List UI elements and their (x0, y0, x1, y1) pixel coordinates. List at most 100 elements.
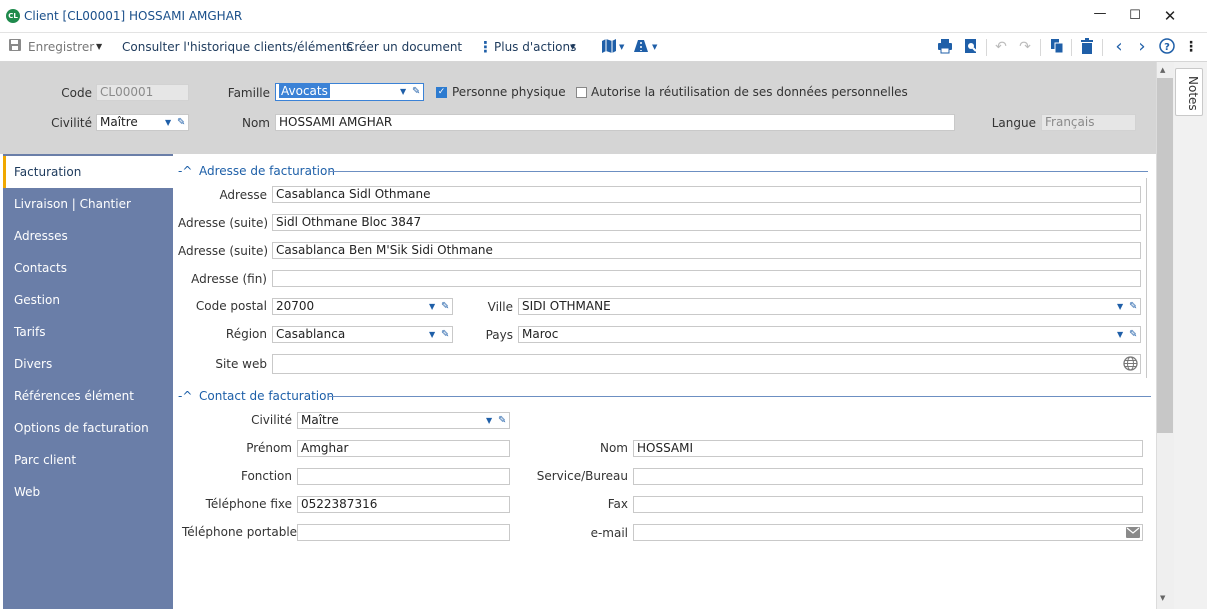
nav-item-options-facturation[interactable]: Options de facturation (3, 412, 173, 444)
pays-label: Pays (485, 328, 513, 342)
site-web-label: Site web (215, 357, 267, 371)
notes-label: Notes (1186, 76, 1200, 111)
maximize-icon[interactable]: ☐ (1125, 6, 1145, 26)
billing-contact-collapse-icon[interactable]: -^ (178, 389, 192, 403)
famille-select[interactable]: Avocats ▼ ✎ (275, 83, 424, 101)
map-icon[interactable] (600, 38, 618, 56)
tel-fixe-field[interactable]: 0522387316 (297, 496, 510, 513)
code-postal-select[interactable]: 20700 ▼ ✎ (272, 298, 453, 315)
menu-icon[interactable]: ⋮ (1182, 38, 1200, 56)
tel-portable-field[interactable] (297, 524, 510, 541)
adresse-field[interactable]: Casablanca Sidl Othmane (272, 186, 1141, 203)
help-icon[interactable]: ? (1158, 38, 1176, 56)
pays-value: Maroc (522, 327, 559, 341)
preview-icon[interactable] (962, 38, 980, 56)
nav-item-web[interactable]: Web (3, 476, 173, 508)
edit-icon[interactable]: ✎ (498, 413, 506, 428)
chevron-down-icon[interactable]: ▼ (1117, 299, 1123, 314)
fax-label: Fax (607, 497, 628, 511)
previous-icon[interactable]: ‹ (1110, 38, 1128, 56)
adresse-fin-field[interactable] (272, 270, 1141, 287)
nav-item-references[interactable]: Références élément (3, 380, 173, 412)
minimize-icon[interactable]: — (1090, 4, 1110, 24)
pays-select[interactable]: Maroc ▼ ✎ (518, 326, 1141, 343)
toolbar-separator (1102, 39, 1103, 56)
edit-icon[interactable]: ✎ (441, 327, 449, 342)
edit-icon[interactable]: ✎ (1129, 299, 1137, 314)
more-actions-dropdown-icon: ▼ (570, 43, 576, 51)
nom-field[interactable]: HOSSAMI AMGHAR (275, 114, 955, 131)
scroll-down-icon[interactable]: ▼ (1160, 594, 1165, 602)
langue-label: Langue (991, 116, 1036, 130)
prenom-label: Prénom (246, 441, 292, 455)
email-field[interactable] (633, 524, 1143, 541)
chevron-down-icon[interactable]: ▼ (486, 413, 492, 428)
section-nav: Facturation Livraison | Chantier Adresse… (3, 154, 173, 609)
print-icon[interactable] (936, 38, 954, 56)
personne-physique-checkbox[interactable]: ✓ (436, 87, 447, 98)
reutilisation-checkbox[interactable] (576, 87, 587, 98)
fonction-field[interactable] (297, 468, 510, 485)
nav-item-adresses[interactable]: Adresses (3, 220, 173, 252)
region-label: Région (225, 327, 267, 341)
save-button[interactable]: Enregistrer (28, 33, 94, 61)
route-icon[interactable] (632, 38, 650, 56)
close-icon[interactable]: ✕ (1160, 6, 1180, 26)
tel-fixe-label: Téléphone fixe (205, 497, 292, 511)
contact-nom-field[interactable]: HOSSAMI (633, 440, 1143, 457)
adresse-suite2-field[interactable]: Casablanca Ben M'Sik Sidi Othmane (272, 242, 1141, 259)
code-postal-label: Code postal (195, 299, 267, 313)
billing-address-collapse-icon[interactable]: -^ (178, 164, 192, 178)
prenom-field[interactable]: Amghar (297, 440, 510, 457)
copy-icon[interactable] (1048, 38, 1066, 56)
create-document-button[interactable]: Créer un document (346, 33, 462, 61)
adresse-suite2-label: Adresse (suite) (178, 244, 269, 258)
region-select[interactable]: Casablanca ▼ ✎ (272, 326, 453, 343)
history-button[interactable]: Consulter l'historique clients/éléments (122, 33, 353, 61)
save-icon (6, 38, 24, 56)
chevron-down-icon[interactable]: ▼ (1117, 327, 1123, 342)
edit-icon[interactable]: ✎ (1129, 327, 1137, 342)
chevron-down-icon[interactable]: ▼ (429, 299, 435, 314)
edit-icon[interactable]: ✎ (177, 115, 185, 130)
email-label: e-mail (590, 526, 628, 540)
nav-item-gestion[interactable]: Gestion (3, 284, 173, 316)
code-field: CL00001 (96, 84, 189, 101)
client-header (0, 62, 1156, 154)
famille-value: Avocats (279, 84, 330, 98)
mail-icon[interactable] (1126, 527, 1140, 540)
route-dropdown-icon[interactable]: ▼ (652, 33, 657, 61)
nav-item-contacts[interactable]: Contacts (3, 252, 173, 284)
edit-icon[interactable]: ✎ (412, 84, 420, 99)
nav-item-divers[interactable]: Divers (3, 348, 173, 380)
globe-icon[interactable] (1123, 356, 1138, 373)
nav-item-facturation[interactable]: Facturation (3, 156, 173, 188)
contact-civilite-value: Maître (301, 413, 339, 427)
scroll-up-icon[interactable]: ▲ (1160, 66, 1165, 74)
chevron-down-icon[interactable]: ▼ (429, 327, 435, 342)
more-actions-button[interactable]: Plus d'actions (494, 33, 576, 61)
civilite-select[interactable]: Maître ▼ ✎ (96, 114, 189, 131)
fax-field[interactable] (633, 496, 1143, 513)
next-icon[interactable]: › (1133, 38, 1151, 56)
map-dropdown-icon[interactable]: ▼ (619, 33, 624, 61)
contact-civilite-select[interactable]: Maître ▼ ✎ (297, 412, 510, 429)
nav-item-livraison[interactable]: Livraison | Chantier (3, 188, 173, 220)
fonction-label: Fonction (240, 469, 292, 483)
delete-icon[interactable] (1078, 38, 1096, 56)
service-field[interactable] (633, 468, 1143, 485)
adresse-suite-field[interactable]: Sidl Othmane Bloc 3847 (272, 214, 1141, 231)
civilite-value: Maître (100, 115, 138, 129)
chevron-down-icon[interactable]: ▼ (400, 84, 406, 99)
nav-item-tarifs[interactable]: Tarifs (3, 316, 173, 348)
nav-item-parc-client[interactable]: Parc client (3, 444, 173, 476)
site-web-field[interactable] (272, 354, 1141, 374)
ville-select[interactable]: SIDI OTHMANE ▼ ✎ (518, 298, 1141, 315)
scrollbar-thumb[interactable] (1157, 78, 1173, 433)
save-dropdown-icon[interactable]: ▼ (96, 33, 102, 61)
app-logo: CL (6, 9, 20, 23)
edit-icon[interactable]: ✎ (441, 299, 449, 314)
tel-portable-label: Téléphone portable (182, 525, 298, 539)
adresse-fin-label: Adresse (fin) (191, 272, 267, 286)
chevron-down-icon[interactable]: ▼ (165, 115, 171, 130)
